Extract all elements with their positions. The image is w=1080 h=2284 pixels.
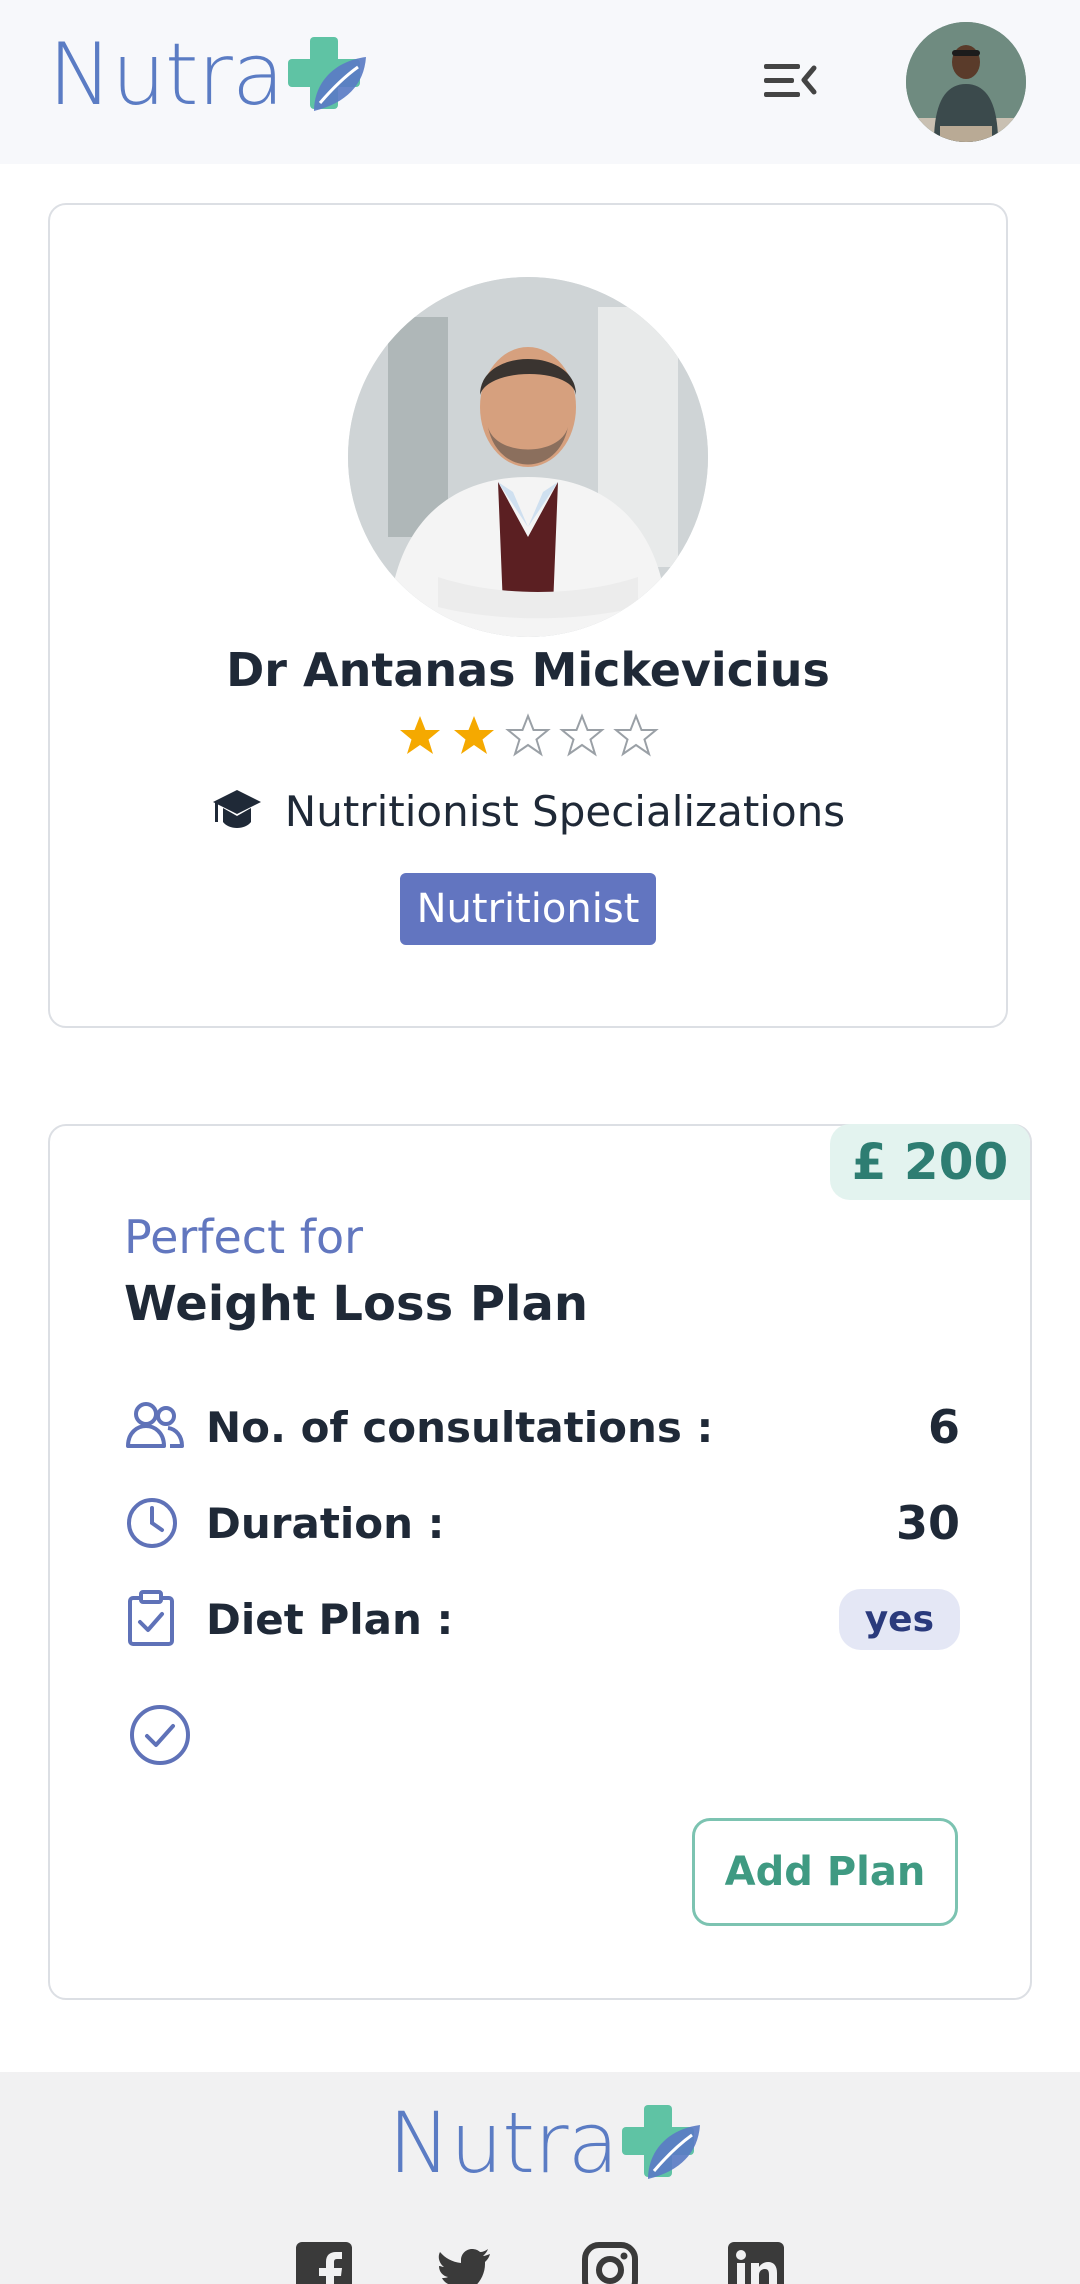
leaf-cross-icon	[622, 2105, 701, 2179]
menu-collapse-icon	[764, 64, 817, 97]
instagram-icon[interactable]	[582, 2242, 638, 2284]
users-icon	[126, 1402, 184, 1448]
linkedin-icon[interactable]	[728, 2242, 784, 2284]
diet-plan-row: Diet Plan : yes	[124, 1584, 960, 1654]
footer: Nutra	[0, 2072, 1080, 2284]
check-circle-icon	[130, 1705, 190, 1765]
doctor-photo	[348, 277, 708, 637]
doctor-profile-card: Dr Antanas Mickevicius Nutritionist Spec…	[48, 203, 1008, 1028]
logo-text: Nutra	[48, 25, 285, 125]
star-empty-icon	[559, 713, 605, 757]
user-avatar[interactable]	[906, 22, 1026, 142]
top-header: Nutra	[0, 0, 1080, 164]
doctor-name: Dr Antanas Mickevicius	[226, 643, 830, 697]
diet-plan-value: yes	[838, 1588, 960, 1650]
star-filled-icon	[400, 716, 440, 754]
diet-plan-label: Diet Plan :	[206, 1594, 454, 1644]
specialization-label: Nutritionist Specializations	[284, 787, 846, 836]
perfect-for-label: Perfect for	[124, 1210, 364, 1264]
consultations-row: No. of consultations : 6	[124, 1392, 960, 1462]
plan-card: £ 200 Perfect for Weight Loss Plan No. o…	[48, 1124, 1032, 2000]
plan-title: Weight Loss Plan	[124, 1276, 589, 1332]
specialization-badge: Nutritionist	[400, 873, 656, 945]
footer-logo[interactable]: Nutra	[388, 2098, 702, 2188]
consultations-label: No. of consultations :	[206, 1402, 714, 1452]
star-empty-icon	[505, 713, 551, 757]
clock-icon	[127, 1498, 177, 1548]
menu-toggle-button[interactable]	[760, 56, 820, 106]
clipboard-check-icon	[128, 1590, 174, 1646]
rating-stars	[50, 713, 1006, 759]
specialization-row: Nutritionist Specializations	[50, 787, 1006, 836]
duration-value: 30	[895, 1496, 960, 1550]
nutra-logo[interactable]: Nutra	[48, 30, 368, 120]
price-tag: £ 200	[830, 1124, 1030, 1200]
footer-logo-text: Nutra	[388, 2094, 619, 2192]
leaf-cross-icon	[287, 37, 366, 111]
facebook-icon[interactable]	[296, 2242, 352, 2284]
star-filled-icon	[454, 716, 494, 754]
consultations-value: 6	[927, 1400, 960, 1454]
duration-label: Duration :	[206, 1498, 445, 1548]
twitter-icon[interactable]	[438, 2242, 494, 2284]
star-empty-icon	[613, 713, 659, 757]
add-plan-button[interactable]: Add Plan	[692, 1818, 958, 1926]
duration-row: Duration : 30	[124, 1488, 960, 1558]
user-avatar-image	[906, 22, 1026, 142]
graduation-cap-icon	[212, 789, 261, 828]
